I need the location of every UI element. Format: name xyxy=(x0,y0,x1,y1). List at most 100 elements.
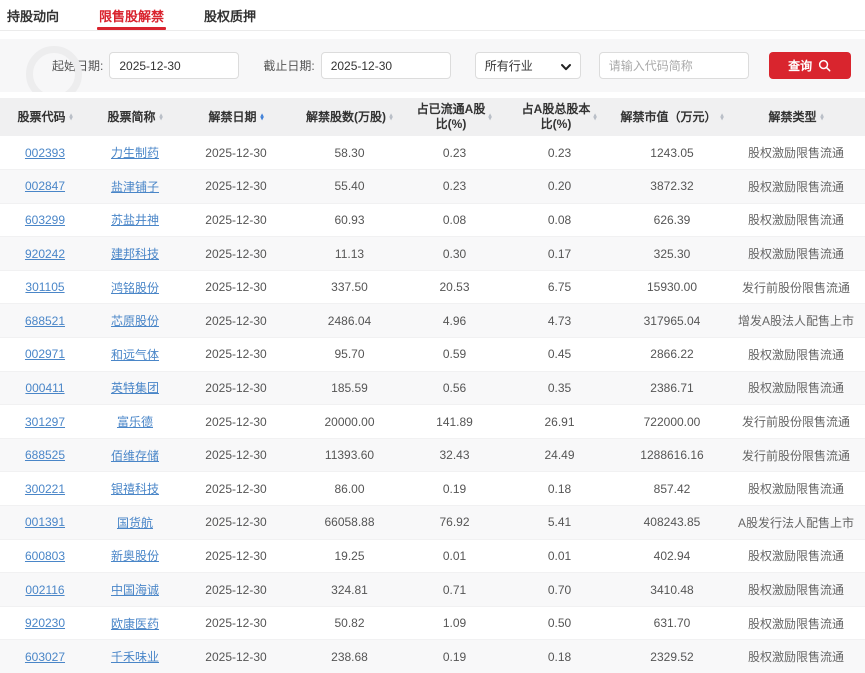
stock-code-link[interactable]: 002847 xyxy=(25,179,65,193)
stock-code-link[interactable]: 000411 xyxy=(25,381,64,395)
table-header: 股票代码▴▾股票简称▴▾解禁日期▴▾解禁股数(万股)▴▾占已流通A股 比(%)▴… xyxy=(0,98,865,136)
stock-code-link[interactable]: 002116 xyxy=(25,583,64,597)
stock-code-link[interactable]: 603299 xyxy=(25,213,65,227)
stock-name-link[interactable]: 英特集团 xyxy=(111,381,159,395)
unlock-date-cell: 2025-12-30 xyxy=(180,338,292,372)
unlock-value-cell: 626.39 xyxy=(617,203,727,237)
unlock-value-cell: 1288616.16 xyxy=(617,438,727,472)
column-header-5[interactable]: 占A股总股本 比(%)▴▾ xyxy=(502,98,617,136)
sort-icon[interactable]: ▴▾ xyxy=(389,113,393,120)
stock-code-link[interactable]: 920230 xyxy=(25,616,65,630)
stock-name-link[interactable]: 欧康医药 xyxy=(111,617,159,631)
unlock-value-cell: 2866.22 xyxy=(617,338,727,372)
stock-code-link[interactable]: 002971 xyxy=(25,347,65,361)
code-search-input[interactable] xyxy=(599,52,749,79)
sort-icon[interactable]: ▴▾ xyxy=(69,113,73,120)
tab-1[interactable]: 限售股解禁 xyxy=(97,0,166,30)
stock-code-link[interactable]: 002393 xyxy=(25,146,65,160)
pct-float-cell: 0.23 xyxy=(407,136,502,170)
stock-code-link[interactable]: 600803 xyxy=(25,549,65,563)
stock-name-link[interactable]: 鸿铭股份 xyxy=(111,281,159,295)
stock-name-link[interactable]: 佰维存储 xyxy=(111,449,159,463)
column-label: 解禁类型 xyxy=(768,110,816,125)
column-label: 股票代码 xyxy=(17,110,65,125)
unlock-type-cell: 股权激励限售流通 xyxy=(727,237,865,271)
stock-code-link[interactable]: 688521 xyxy=(25,314,65,328)
sort-icon[interactable]: ▴▾ xyxy=(489,113,493,120)
stock-name-link[interactable]: 中国海诚 xyxy=(111,583,159,597)
stock-code-link[interactable]: 301105 xyxy=(25,280,64,294)
stock-name-link[interactable]: 芯原股份 xyxy=(111,314,159,328)
stock-name-cell: 富乐德 xyxy=(90,405,180,439)
unlock-table: 股票代码▴▾股票简称▴▾解禁日期▴▾解禁股数(万股)▴▾占已流通A股 比(%)▴… xyxy=(0,98,865,673)
stock-code-link[interactable]: 920242 xyxy=(25,247,65,261)
pct-float-cell: 0.19 xyxy=(407,640,502,673)
stock-code-link[interactable]: 300221 xyxy=(25,482,65,496)
column-header-3[interactable]: 解禁股数(万股)▴▾ xyxy=(292,98,407,136)
stock-code-link[interactable]: 001391 xyxy=(25,515,65,529)
unlock-type-cell: 发行前股份限售流通 xyxy=(727,405,865,439)
column-header-2[interactable]: 解禁日期 ▴▾ xyxy=(180,98,292,136)
column-header-4[interactable]: 占已流通A股 比(%)▴▾ xyxy=(407,98,502,136)
stock-name-link[interactable]: 力生制药 xyxy=(111,146,159,160)
stock-name-cell: 鸿铭股份 xyxy=(90,270,180,304)
unlock-value-cell: 2329.52 xyxy=(617,640,727,673)
pct-float-cell: 76.92 xyxy=(407,506,502,540)
stock-code-cell: 603299 xyxy=(0,203,90,237)
sort-icon[interactable]: ▴▾ xyxy=(594,113,598,120)
pct-total-cell: 0.45 xyxy=(502,338,617,372)
table-row: 000411英特集团2025-12-30185.590.560.352386.7… xyxy=(0,371,865,405)
stock-code-link[interactable]: 603027 xyxy=(25,650,65,664)
stock-code-cell: 002847 xyxy=(0,170,90,204)
unlock-date-cell: 2025-12-30 xyxy=(180,237,292,271)
pct-float-cell: 141.89 xyxy=(407,405,502,439)
table-row: 600803新奥股份2025-12-3019.250.010.01402.94股… xyxy=(0,539,865,573)
unlock-shares-cell: 58.30 xyxy=(292,136,407,170)
tab-2[interactable]: 股权质押 xyxy=(202,0,258,30)
pct-float-cell: 0.19 xyxy=(407,472,502,506)
unlock-date-cell: 2025-12-30 xyxy=(180,270,292,304)
stock-name-link[interactable]: 千禾味业 xyxy=(111,650,159,664)
pct-total-cell: 26.91 xyxy=(502,405,617,439)
stock-name-cell: 中国海诚 xyxy=(90,573,180,607)
stock-name-link[interactable]: 国货航 xyxy=(117,516,153,530)
search-button[interactable]: 查询 xyxy=(769,52,851,79)
sort-icon[interactable]: ▴▾ xyxy=(159,113,163,120)
pct-total-cell: 4.73 xyxy=(502,304,617,338)
column-header-6[interactable]: 解禁市值（万元）▴▾ xyxy=(617,98,727,136)
table-row: 603299苏盐井神2025-12-3060.930.080.08626.39股… xyxy=(0,203,865,237)
stock-name-cell: 建邦科技 xyxy=(90,237,180,271)
unlock-shares-cell: 19.25 xyxy=(292,539,407,573)
unlock-shares-cell: 324.81 xyxy=(292,573,407,607)
stock-code-link[interactable]: 301297 xyxy=(25,415,65,429)
table-row: 301297富乐德2025-12-3020000.00141.8926.9172… xyxy=(0,405,865,439)
stock-name-link[interactable]: 富乐德 xyxy=(117,415,153,429)
unlock-date-cell: 2025-12-30 xyxy=(180,304,292,338)
column-label: 占A股总股本 比(%) xyxy=(522,102,591,132)
stock-code-link[interactable]: 688525 xyxy=(25,448,65,462)
column-header-7[interactable]: 解禁类型 ▴▾ xyxy=(727,98,865,136)
table-row: 688521芯原股份2025-12-302486.044.964.7331796… xyxy=(0,304,865,338)
pct-float-cell: 0.01 xyxy=(407,539,502,573)
pct-float-cell: 0.08 xyxy=(407,203,502,237)
pct-total-cell: 0.18 xyxy=(502,640,617,673)
start-date-input[interactable] xyxy=(109,52,239,79)
stock-name-link[interactable]: 和远气体 xyxy=(111,348,159,362)
column-header-1[interactable]: 股票简称▴▾ xyxy=(90,98,180,136)
stock-name-link[interactable]: 银禧科技 xyxy=(111,482,159,496)
column-header-0[interactable]: 股票代码 ▴▾ xyxy=(0,98,90,136)
stock-name-link[interactable]: 盐津铺子 xyxy=(111,180,159,194)
tab-0[interactable]: 持股动向 xyxy=(5,0,61,30)
sort-icon[interactable]: ▴▾ xyxy=(720,113,724,120)
end-date-input[interactable] xyxy=(321,52,451,79)
industry-select[interactable]: 所有行业 xyxy=(475,52,581,79)
sort-icon[interactable]: ▴▾ xyxy=(820,113,824,120)
sort-icon[interactable]: ▴▾ xyxy=(260,113,264,120)
stock-name-link[interactable]: 建邦科技 xyxy=(111,247,159,261)
stock-name-link[interactable]: 新奥股份 xyxy=(111,549,159,563)
column-label: 解禁日期 xyxy=(208,110,256,125)
stock-name-cell: 银禧科技 xyxy=(90,472,180,506)
table-row: 002971和远气体2025-12-3095.700.590.452866.22… xyxy=(0,338,865,372)
stock-name-cell: 和远气体 xyxy=(90,338,180,372)
stock-name-link[interactable]: 苏盐井神 xyxy=(111,213,159,227)
